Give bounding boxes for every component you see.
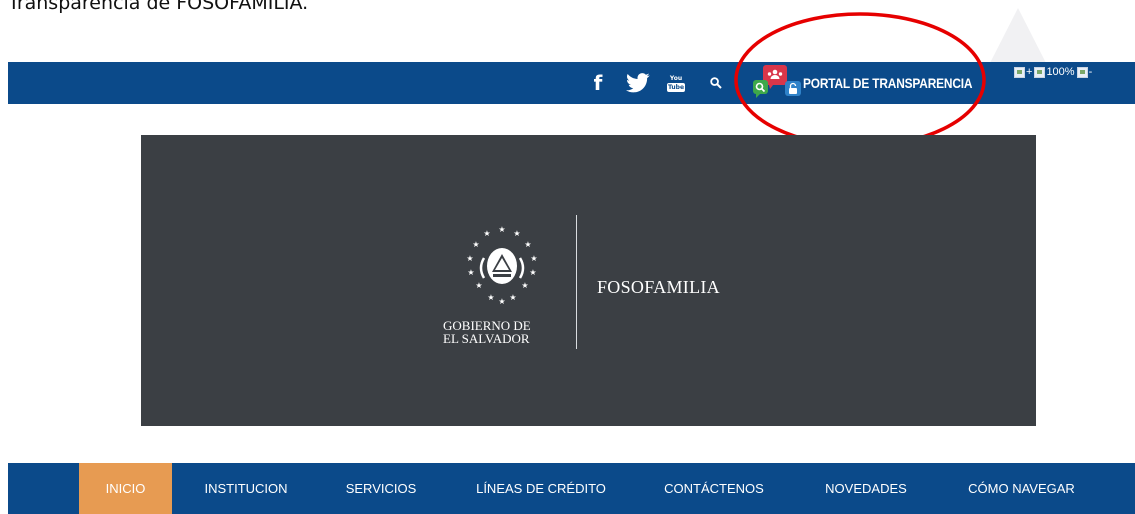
svg-text:★: ★ (513, 229, 520, 238)
zoom-level: 100% (1046, 66, 1075, 78)
youtube-icon[interactable]: You Tube (666, 62, 686, 104)
divider-line (576, 215, 577, 349)
svg-text:★: ★ (487, 293, 494, 302)
government-name: GOBIERNO DE EL SALVADOR (443, 319, 573, 345)
svg-text:★: ★ (521, 281, 528, 290)
nav-item-como-navegar[interactable]: CÓMO NAVEGAR (949, 463, 1094, 514)
nav-item-lineas-de-credito[interactable]: LÍNEAS DE CRÉDITO (461, 463, 621, 514)
government-line-2: EL SALVADOR (443, 331, 530, 346)
svg-text:★: ★ (529, 268, 536, 277)
svg-text:★: ★ (466, 254, 473, 263)
nav-item-servicios[interactable]: SERVICIOS (328, 463, 434, 514)
nav-item-contactenos[interactable]: CONTÁCTENOS (647, 463, 781, 514)
zoom-in-label: + (1026, 66, 1033, 78)
nav-item-novedades[interactable]: NOVEDADES (806, 463, 926, 514)
transparency-portal-link[interactable]: PORTAL DE TRANSPARENCIA (752, 64, 982, 102)
nav-item-institucion[interactable]: INSTITUCION (190, 463, 302, 514)
hero-banner (141, 135, 1036, 426)
page-caption: Transparencia de FOSOFAMILIA. (8, 0, 309, 14)
twitter-icon[interactable] (625, 62, 651, 104)
zoom-in-icon[interactable] (1014, 66, 1025, 78)
svg-text:★: ★ (472, 240, 479, 249)
zoom-out-icon[interactable] (1076, 66, 1088, 78)
svg-text:★: ★ (524, 240, 531, 249)
svg-text:★: ★ (530, 254, 537, 263)
facebook-icon[interactable]: f (590, 62, 606, 104)
coat-of-arms-icon: ★ ★ ★ ★ ★ ★ ★ ★ ★ ★ ★ ★ ★ ★ (466, 225, 537, 306)
svg-text:★: ★ (467, 268, 474, 277)
youtube-tube-text: Tube (666, 82, 686, 92)
zoom-out-label: - (1088, 66, 1093, 78)
nav-item-inicio[interactable]: INICIO (79, 463, 172, 514)
transparency-portal-icon (753, 65, 801, 98)
svg-text:★: ★ (498, 297, 505, 306)
zoom-controls: + 100% - (1014, 64, 1094, 80)
svg-text:★: ★ (509, 293, 516, 302)
svg-text:★: ★ (483, 229, 490, 238)
zoom-reset-icon[interactable] (1034, 66, 1046, 78)
search-icon[interactable] (709, 62, 723, 104)
youtube-you-text: You (669, 74, 683, 82)
transparency-portal-label: PORTAL DE TRANSPARENCIA (803, 75, 973, 91)
institution-name: FOSOFAMILIA (597, 277, 720, 297)
decorative-triangle (990, 8, 1046, 63)
svg-text:★: ★ (475, 281, 482, 290)
svg-text:★: ★ (498, 225, 505, 234)
